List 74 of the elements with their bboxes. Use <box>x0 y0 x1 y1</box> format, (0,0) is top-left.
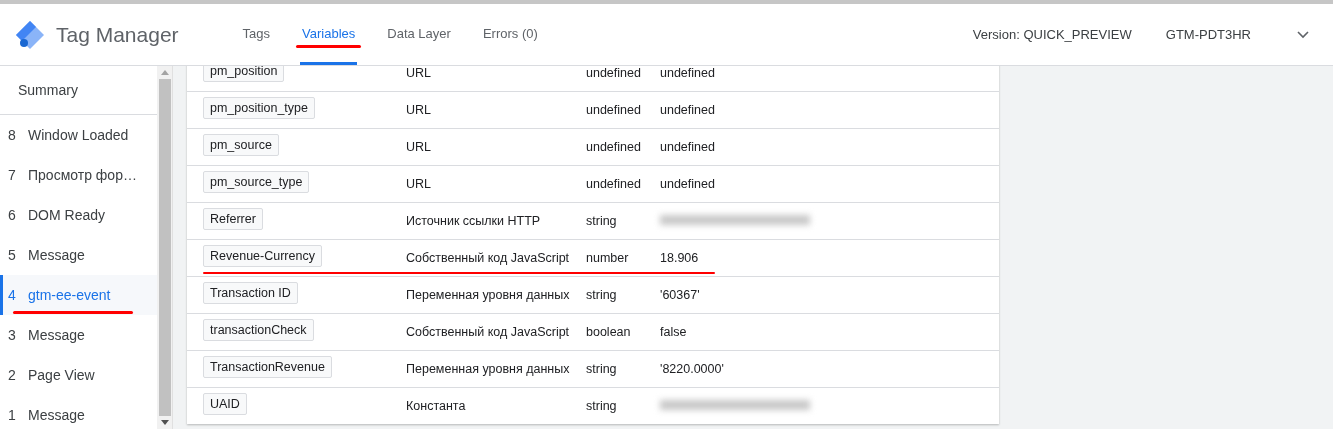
variable-name-chip[interactable]: Referrer <box>203 208 263 230</box>
variable-name-chip[interactable]: Transaction ID <box>203 282 298 304</box>
variable-name-chip[interactable]: TransactionRevenue <box>203 356 332 378</box>
event-item[interactable]: 2 Page View <box>0 355 157 395</box>
event-label: gtm-ee-event <box>28 287 111 303</box>
variable-name-chip[interactable]: pm_source_type <box>203 171 310 193</box>
table-cell-text: URL <box>406 103 432 117</box>
event-item[interactable]: 4 gtm-ee-event <box>0 275 157 315</box>
table-cell-text: URL <box>406 177 432 191</box>
table-cell-text: Собственный код JavaScript <box>406 325 571 339</box>
event-label: Просмотр фор… <box>28 167 137 183</box>
table-cell-text: '60367' <box>660 288 701 302</box>
variable-name-chip[interactable]: pm_source <box>203 134 279 156</box>
variable-name-chip[interactable]: UAID <box>203 393 247 415</box>
version-label: Version: QUICK_PREVIEW <box>972 27 1132 42</box>
table-cell-text: undefined <box>586 66 642 80</box>
chevron-down-icon[interactable] <box>1297 30 1309 39</box>
table-cell-text: number <box>586 251 630 265</box>
app-title: Tag Manager <box>56 22 179 47</box>
event-number: 2 <box>7 367 17 383</box>
table-cell-text: 18.906 <box>660 251 700 265</box>
table-cell-text: undefined <box>660 140 716 154</box>
table-cell-text: string <box>586 214 618 228</box>
scroll-up-icon[interactable] <box>160 70 169 75</box>
scroll-down-icon[interactable] <box>160 420 169 425</box>
event-item[interactable]: 7 Просмотр фор… <box>0 155 157 195</box>
table-cell-text: Источник ссылки HTTP <box>406 214 542 228</box>
event-number: 1 <box>7 407 17 423</box>
diamond-logo-icon <box>14 18 46 51</box>
variable-name-chip[interactable]: pm_position <box>203 66 285 82</box>
table-cell-text: '8220.0000' <box>660 362 725 376</box>
event-item[interactable]: 3 Message <box>0 315 157 355</box>
table-cell-text: URL <box>406 66 432 80</box>
event-item[interactable]: 5 Message <box>0 235 157 275</box>
table-cell-text: Собственный код JavaScript <box>406 251 571 265</box>
table-cell-text: Переменная уровня данных <box>406 362 571 376</box>
tab[interactable]: Tags <box>240 4 273 65</box>
table-cell-text: string <box>586 362 618 376</box>
table-cell-text: boolean <box>586 325 632 339</box>
scrollbar[interactable] <box>157 66 172 429</box>
table-cell-text: undefined <box>660 177 716 191</box>
event-item[interactable]: 8 Window Loaded <box>0 115 157 155</box>
event-label: Message <box>28 327 85 343</box>
tab[interactable]: Errors (0) <box>480 4 540 65</box>
table-cell-text: undefined <box>586 140 642 154</box>
event-label: Message <box>28 407 85 423</box>
event-item[interactable]: 1 Message <box>0 395 157 429</box>
event-label: Message <box>28 247 85 263</box>
table-cell-text: undefined <box>660 66 716 80</box>
event-number: 5 <box>7 247 17 263</box>
event-item[interactable]: 6 DOM Ready <box>0 195 157 235</box>
event-number: 3 <box>7 327 17 343</box>
variable-name-chip[interactable]: transactionCheck <box>203 319 314 341</box>
table-cell-text: string <box>586 399 618 413</box>
tab[interactable]: Data Layer <box>385 4 453 65</box>
scrollbar-thumb[interactable] <box>158 79 171 416</box>
event-label: Window Loaded <box>28 127 129 143</box>
table-cell-text: string <box>586 288 618 302</box>
event-label: DOM Ready <box>28 207 106 223</box>
event-number: 4 <box>7 287 17 303</box>
table-cell-text: URL <box>406 140 432 154</box>
table-cell-text: Переменная уровня данных <box>406 288 571 302</box>
table-cell-text: undefined <box>660 103 716 117</box>
table-cell-text: undefined <box>586 177 642 191</box>
event-label: Page View <box>28 367 95 383</box>
event-number: 7 <box>7 167 17 183</box>
event-number: 6 <box>7 207 17 223</box>
variable-name-chip[interactable]: Revenue-Currency <box>203 245 322 267</box>
table-cell-text: Константа <box>406 399 467 413</box>
table-cell-text: undefined <box>586 103 642 117</box>
event-number: 8 <box>7 127 17 143</box>
table-cell-text: false <box>660 325 688 339</box>
variable-name-chip[interactable]: pm_position_type <box>203 97 315 119</box>
container-id[interactable]: GTM-PDT3HR <box>1165 27 1251 42</box>
